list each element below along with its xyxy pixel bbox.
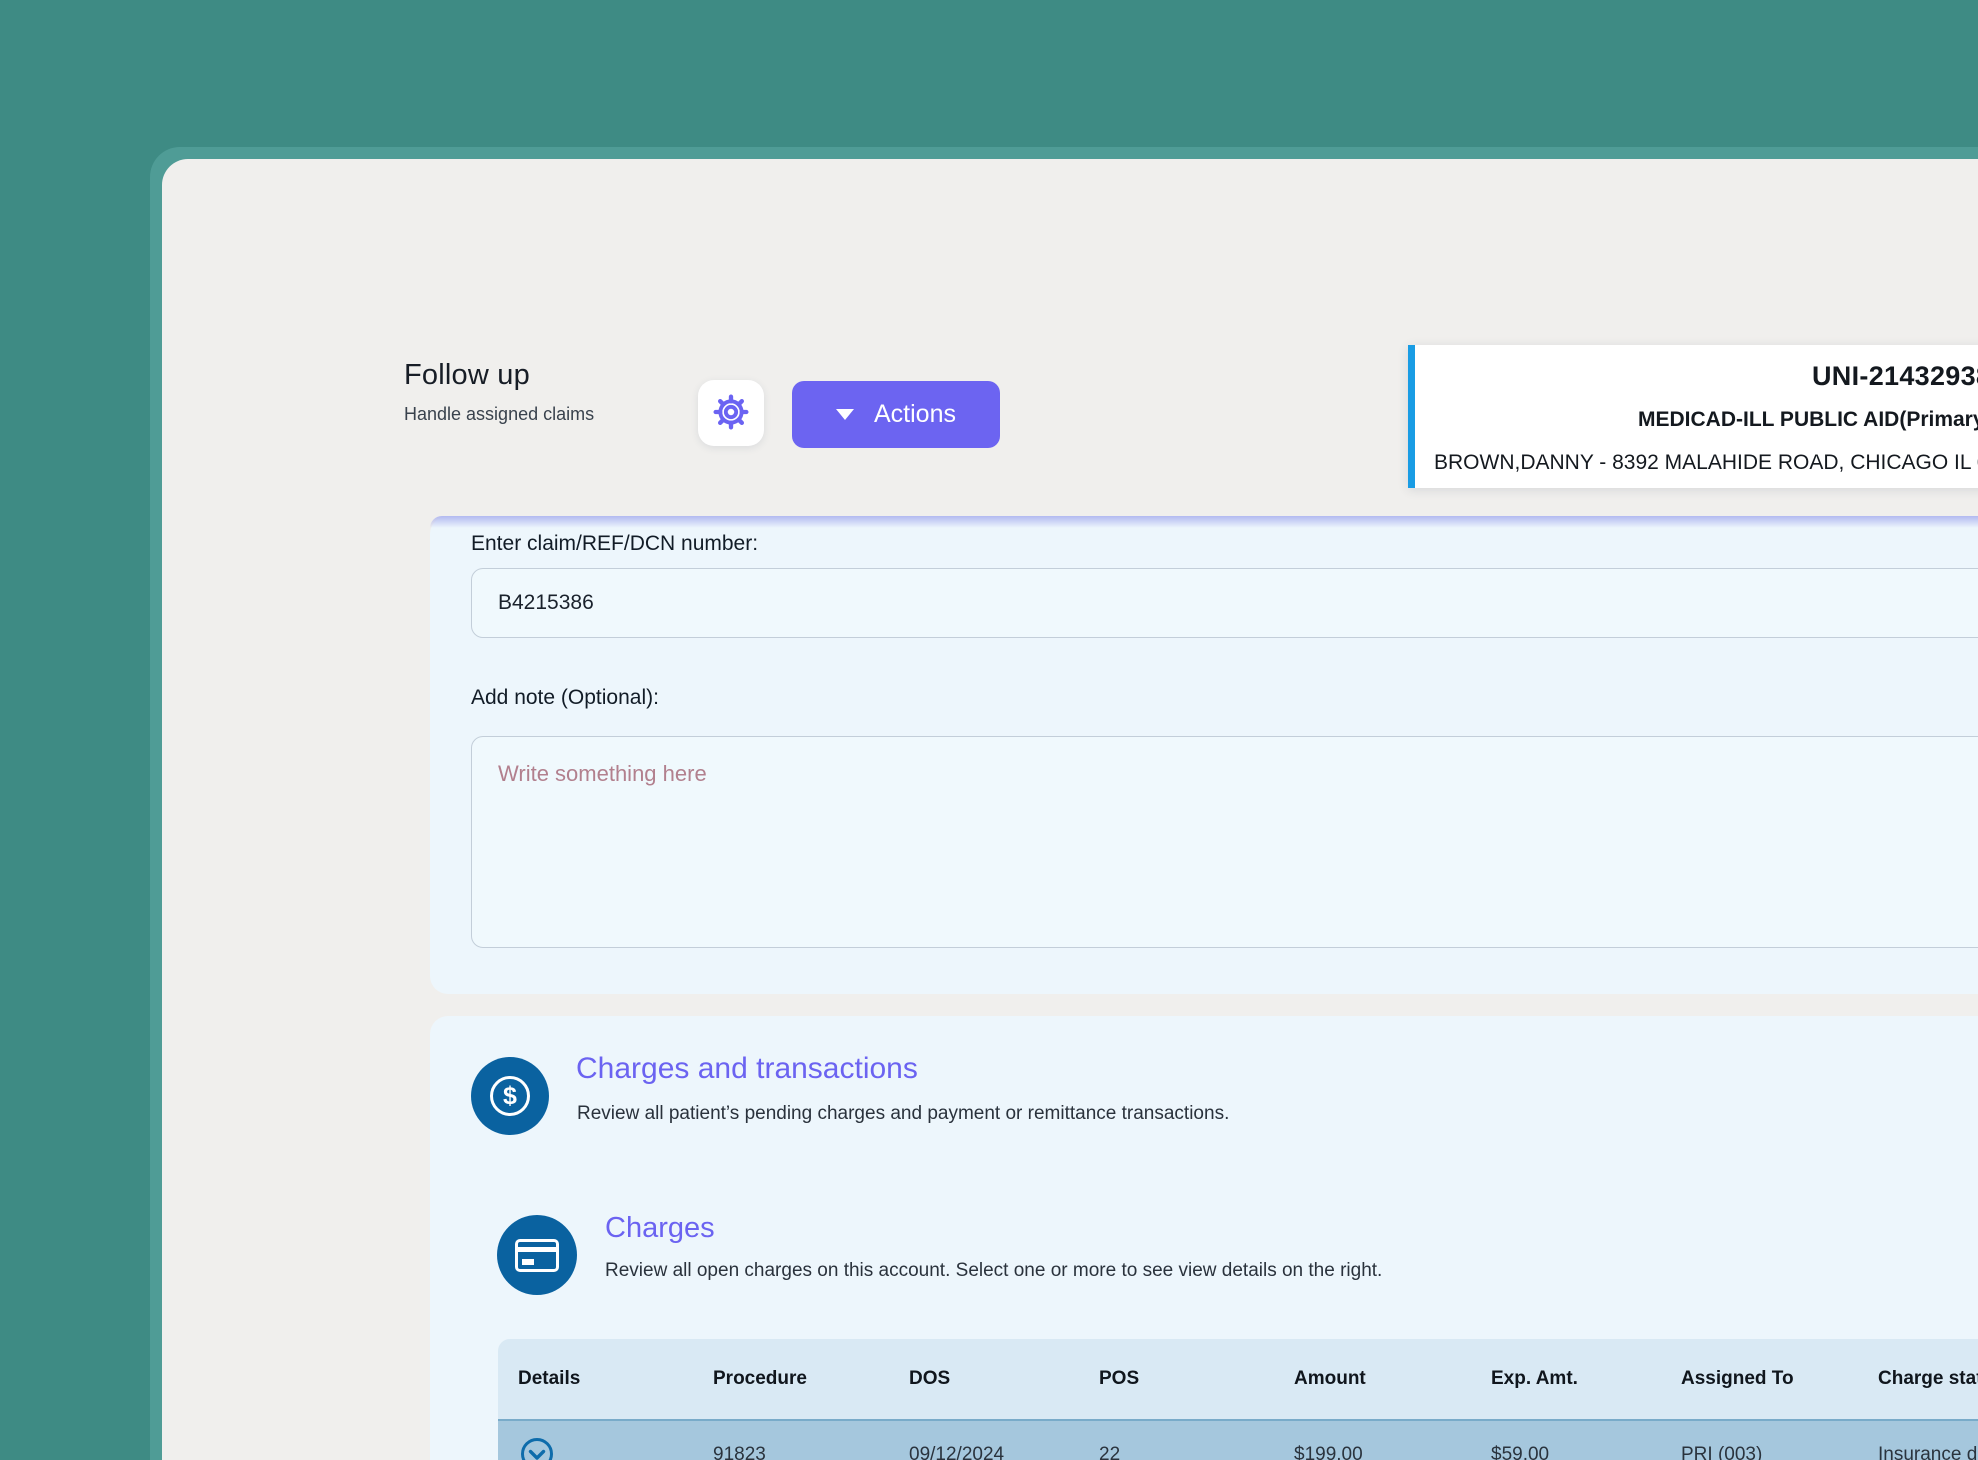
table-row[interactable]: 91823 09/12/2024 22 $199.00 $59.00 PRI (… bbox=[498, 1421, 1978, 1460]
col-pos: POS bbox=[1099, 1368, 1294, 1390]
charges-section-panel: $ Charges and transactions Review all pa… bbox=[430, 1016, 1978, 1460]
actions-button-label: Actions bbox=[874, 400, 956, 429]
cell-exp-amt: $59.00 bbox=[1491, 1444, 1681, 1460]
charges-transactions-title: Charges and transactions bbox=[576, 1052, 918, 1086]
charges-subtitle: Review all open charges on this account.… bbox=[605, 1260, 1382, 1282]
claim-form-panel: Enter claim/REF/DCN number: Add note (Op… bbox=[430, 516, 1978, 994]
header-title-block: Follow up Handle assigned claims bbox=[404, 359, 594, 425]
cell-amount: $199.00 bbox=[1294, 1444, 1491, 1460]
expand-row-button[interactable] bbox=[518, 1436, 556, 1460]
chevron-down-circle-icon bbox=[519, 1436, 555, 1460]
cell-pos: 22 bbox=[1099, 1444, 1294, 1460]
col-amount: Amount bbox=[1294, 1368, 1491, 1390]
charges-table-header: Details Procedure DOS POS Amount Exp. Am… bbox=[498, 1339, 1978, 1421]
caret-down-icon bbox=[836, 409, 854, 420]
charges-table: Details Procedure DOS POS Amount Exp. Am… bbox=[498, 1339, 1978, 1460]
gear-icon bbox=[711, 392, 751, 435]
claim-id: UNI-214329385-013 bbox=[1812, 361, 1978, 392]
claim-info-banner: UNI-214329385-013 MEDICAD-ILL PUBLIC AID… bbox=[1408, 345, 1978, 488]
col-dos: DOS bbox=[909, 1368, 1099, 1390]
settings-button[interactable] bbox=[698, 380, 764, 446]
dollar-circle-icon: $ bbox=[471, 1057, 549, 1135]
claim-patient: BROWN,DANNY - 8392 MALAHIDE ROAD, CHICAG… bbox=[1434, 451, 1978, 475]
page-title: Follow up bbox=[404, 359, 594, 392]
cell-assigned-to: PRI (003) bbox=[1681, 1444, 1878, 1460]
col-assigned-to: Assigned To bbox=[1681, 1368, 1878, 1390]
cell-procedure: 91823 bbox=[713, 1444, 909, 1460]
credit-card-icon bbox=[497, 1215, 577, 1295]
charges-transactions-subtitle: Review all patient’s pending charges and… bbox=[577, 1103, 1229, 1125]
col-exp-amt: Exp. Amt. bbox=[1491, 1368, 1681, 1390]
col-procedure: Procedure bbox=[713, 1368, 909, 1390]
cell-charge-status: Insurance denied bbox=[1878, 1444, 1978, 1460]
page-background: { "header": { "title": "Follow up", "sub… bbox=[0, 0, 1978, 1460]
charges-title: Charges bbox=[605, 1212, 715, 1245]
col-details: Details bbox=[518, 1368, 713, 1390]
actions-dropdown-button[interactable]: Actions bbox=[792, 381, 1000, 448]
cell-dos: 09/12/2024 bbox=[909, 1444, 1099, 1460]
page-subtitle: Handle assigned claims bbox=[404, 404, 594, 425]
col-charge-status: Charge status bbox=[1878, 1368, 1978, 1390]
main-card: Follow up Handle assigned claims Actions… bbox=[162, 159, 1978, 1460]
note-textarea[interactable] bbox=[471, 736, 1978, 948]
claim-payer: MEDICAD-ILL PUBLIC AID(Primary) - INS bbox=[1638, 408, 1978, 432]
claim-number-label: Enter claim/REF/DCN number: bbox=[471, 532, 758, 556]
claim-number-input[interactable] bbox=[471, 568, 1978, 638]
note-label: Add note (Optional): bbox=[471, 686, 659, 710]
